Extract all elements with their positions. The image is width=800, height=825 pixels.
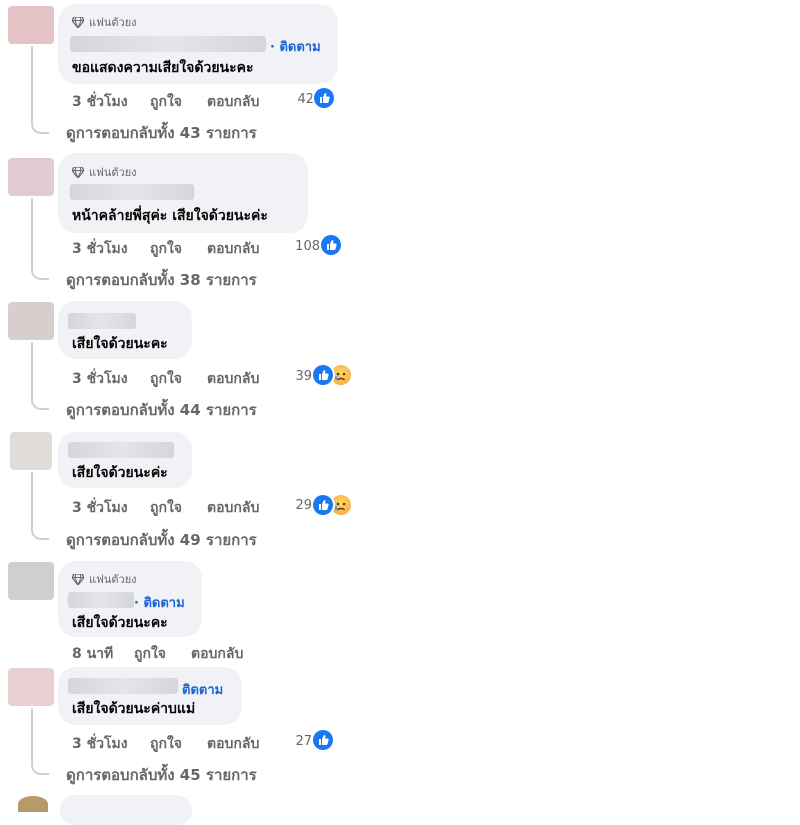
like-button[interactable]: ถูกใจ xyxy=(150,733,182,755)
comment-text: ขอแสดงความเสียใจด้วยนะคะ xyxy=(72,60,254,76)
reply-button[interactable]: ตอบกลับ xyxy=(207,238,259,260)
reaction-count[interactable]: 27 xyxy=(284,734,312,749)
commenter-avatar[interactable] xyxy=(8,668,54,706)
thread-line xyxy=(31,46,33,120)
view-replies-link[interactable]: ดูการตอบกลับทั้ง 44 รายการ xyxy=(66,398,257,422)
reply-button[interactable]: ตอบกลับ xyxy=(207,733,259,755)
commenter-avatar[interactable] xyxy=(8,302,54,340)
like-button[interactable]: ถูกใจ xyxy=(134,643,166,665)
follow-button[interactable]: ติดตาม xyxy=(182,679,223,700)
top-fan-badge: แฟนตัวยง xyxy=(72,163,137,181)
commenter-avatar[interactable] xyxy=(18,796,48,812)
view-replies-link[interactable]: ดูการตอบกลับทั้ง 38 รายการ xyxy=(66,268,257,292)
reaction-count[interactable]: 42 xyxy=(282,92,314,107)
reply-button[interactable]: ตอบกลับ xyxy=(207,91,259,113)
diamond-icon xyxy=(72,16,84,28)
comment-timestamp[interactable]: 3 ชั่วโมง xyxy=(72,238,128,260)
like-reaction-icon xyxy=(314,88,334,108)
top-fan-label: แฟนตัวยง xyxy=(89,573,137,586)
reply-button[interactable]: ตอบกลับ xyxy=(191,643,243,665)
reaction-count[interactable]: 108 xyxy=(286,239,320,254)
commenter-name-blurred[interactable] xyxy=(70,36,266,52)
like-reaction-icon xyxy=(313,730,333,750)
commenter-name-blurred[interactable] xyxy=(70,184,194,200)
sad-reaction-icon xyxy=(331,365,351,385)
top-fan-badge: แฟนตัวยง xyxy=(72,570,137,588)
view-replies-link[interactable]: ดูการตอบกลับทั้ง 49 รายการ xyxy=(66,528,257,552)
like-reaction-icon xyxy=(321,235,341,255)
commenter-name-blurred[interactable] xyxy=(68,313,136,329)
comment-text: เสียใจด้วยนะค่าบแม่ xyxy=(72,701,196,717)
commenter-avatar[interactable] xyxy=(10,432,52,470)
thread-line xyxy=(31,198,33,268)
comment-timestamp[interactable]: 3 ชั่วโมง xyxy=(72,733,128,755)
like-button[interactable]: ถูกใจ xyxy=(150,91,182,113)
thread-branch xyxy=(31,526,49,540)
top-fan-badge: แฟนตัวยง xyxy=(72,13,137,31)
like-reaction-icon xyxy=(313,365,333,385)
thread-line xyxy=(31,708,33,763)
diamond-icon xyxy=(72,573,84,585)
like-button[interactable]: ถูกใจ xyxy=(150,238,182,260)
like-button[interactable]: ถูกใจ xyxy=(150,368,182,390)
commenter-avatar[interactable] xyxy=(8,562,54,600)
like-reaction-icon xyxy=(313,495,333,515)
follow-button[interactable]: · ติดตาม xyxy=(270,36,321,57)
thread-line xyxy=(31,472,33,527)
commenter-name-blurred[interactable] xyxy=(68,442,174,458)
like-button[interactable]: ถูกใจ xyxy=(150,497,182,519)
top-fan-label: แฟนตัวยง xyxy=(89,16,137,29)
comment-timestamp[interactable]: 8 นาที xyxy=(72,643,113,665)
comment-text: เสียใจด้วยนะค่ะ xyxy=(72,465,168,481)
commenter-avatar[interactable] xyxy=(8,6,54,44)
reply-button[interactable]: ตอบกลับ xyxy=(207,368,259,390)
commenter-avatar[interactable] xyxy=(8,158,54,196)
comment-bubble xyxy=(60,795,192,825)
sad-reaction-icon xyxy=(331,495,351,515)
reply-button[interactable]: ตอบกลับ xyxy=(207,497,259,519)
comment-timestamp[interactable]: 3 ชั่วโมง xyxy=(72,368,128,390)
top-fan-label: แฟนตัวยง xyxy=(89,166,137,179)
thread-line xyxy=(31,342,33,398)
comment-text: หน้าคล้ายพี่สุค่ะ เสียใจด้วยนะค่ะ xyxy=(72,208,268,224)
commenter-name-blurred[interactable] xyxy=(68,678,178,694)
comment-timestamp[interactable]: 3 ชั่วโมง xyxy=(72,497,128,519)
comment-text: เสียใจด้วยนะคะ xyxy=(72,336,168,352)
commenter-name-blurred[interactable] xyxy=(68,592,134,608)
comment-text: เสียใจด้วยนะคะ xyxy=(72,615,168,631)
diamond-icon xyxy=(72,166,84,178)
view-replies-link[interactable]: ดูการตอบกลับทั้ง 43 รายการ xyxy=(66,121,257,145)
follow-button[interactable]: · ติดตาม xyxy=(134,592,185,613)
comment-timestamp[interactable]: 3 ชั่วโมง xyxy=(72,91,128,113)
thread-branch xyxy=(31,761,49,775)
thread-branch xyxy=(31,266,49,280)
reaction-count[interactable]: 39 xyxy=(284,369,312,384)
thread-branch xyxy=(31,396,49,410)
reaction-count[interactable]: 29 xyxy=(284,498,312,513)
thread-branch xyxy=(31,120,49,134)
view-replies-link[interactable]: ดูการตอบกลับทั้ง 45 รายการ xyxy=(66,763,257,787)
